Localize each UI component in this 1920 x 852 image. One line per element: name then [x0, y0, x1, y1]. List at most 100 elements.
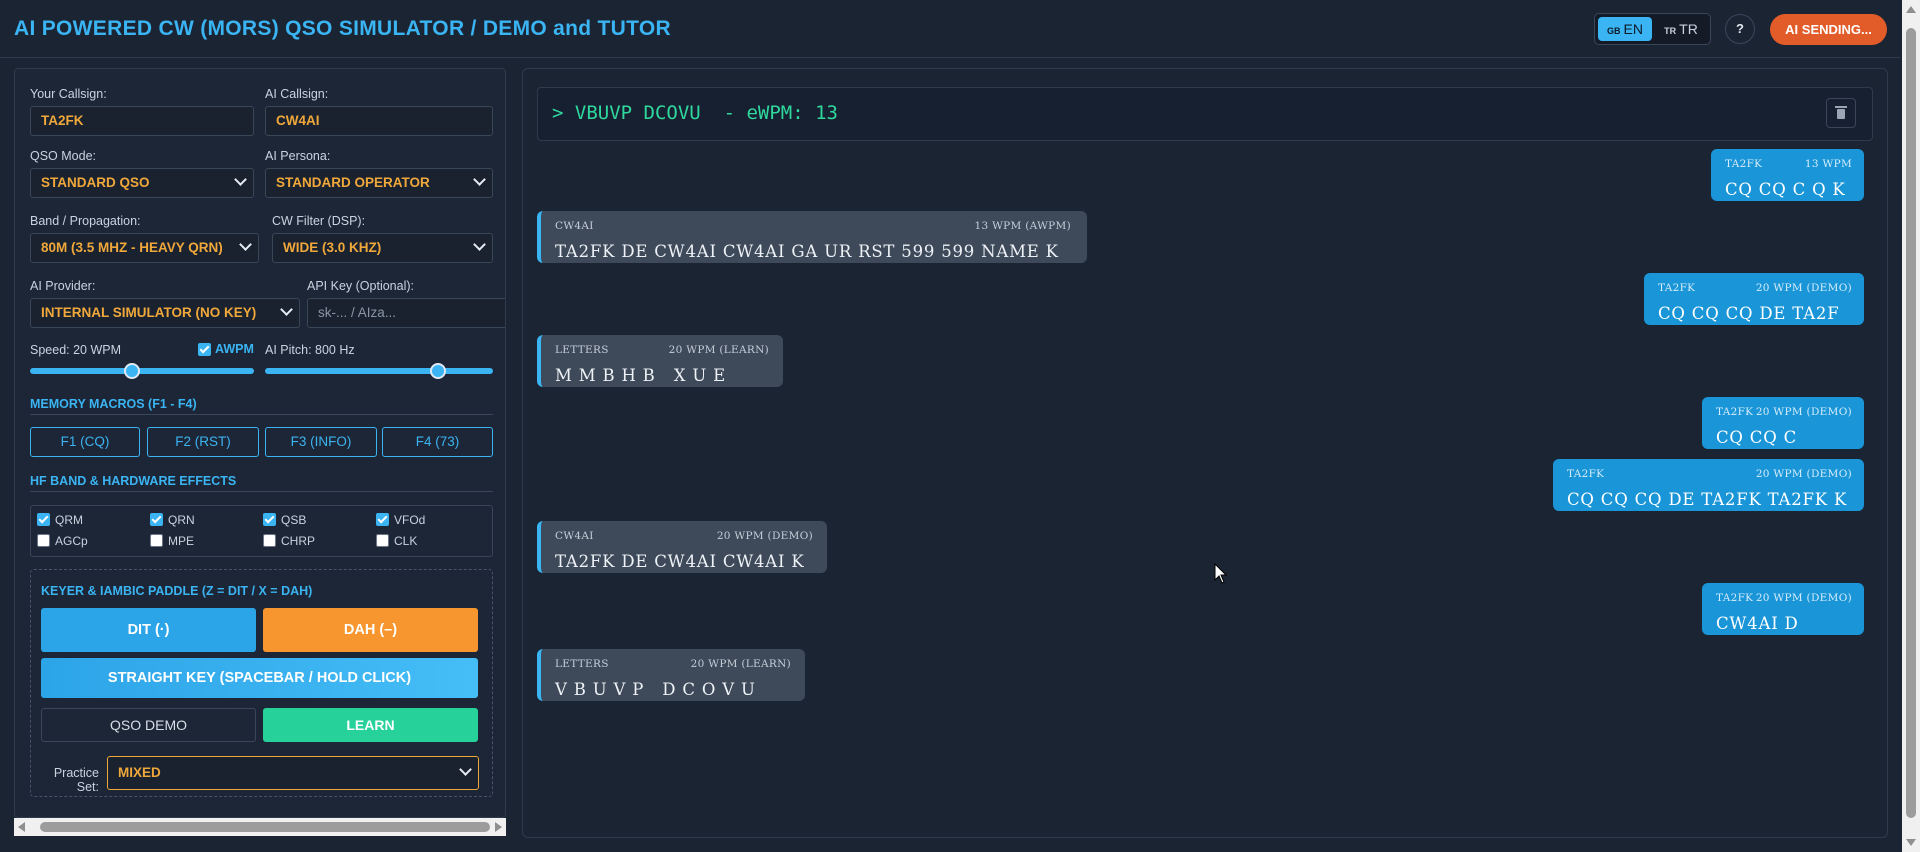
message-speed: 20 WPM (LEARN) [668, 344, 769, 356]
vfod-checkbox[interactable] [376, 513, 389, 526]
message-speed: 20 WPM (DEMO) [716, 530, 813, 542]
speed-slider-thumb[interactable] [124, 363, 140, 379]
app-window: AI POWERED CW (MORS) QSO SIMULATOR / DEM… [0, 0, 1920, 852]
agcp-label: AGCp [55, 534, 88, 548]
scrollbar-thumb[interactable] [1906, 28, 1916, 818]
mpe-label: MPE [168, 534, 195, 548]
vertical-scrollbar[interactable] [1902, 0, 1920, 852]
ai-persona-select[interactable]: STANDARD OPERATOR [265, 168, 493, 198]
chevron-down-icon [473, 173, 486, 186]
ai-callsign-label: AI Callsign: [265, 87, 329, 101]
clk-label: CLK [394, 534, 418, 548]
practice-set-select[interactable]: MIXED [107, 756, 479, 790]
qso-demo-button[interactable]: QSO DEMO [41, 708, 256, 742]
pitch-slider-thumb[interactable] [430, 363, 446, 379]
effects-box: QRM QRN QSB VFOd AGCp MPE CHRP CLK [30, 505, 493, 557]
message-text: TA2FK DE CW4AI CW4AI GA UR RST 599 599 N… [555, 242, 1059, 261]
message-text: CQ CQ CQ DE TA2F [1658, 304, 1840, 323]
scroll-left-icon[interactable] [18, 822, 25, 832]
message-sender: TA2FK [1567, 468, 1605, 480]
trash-icon [1835, 106, 1847, 108]
message-sender: TA2FK [1716, 592, 1754, 604]
settings-panel: Your Callsign: TA2FK AI Callsign: CW4AI … [14, 68, 506, 818]
qrm-label: QRM [55, 513, 83, 527]
decoder-terminal: > VBUVP DCOVU - eWPM: 13 [537, 87, 1873, 141]
macro-f1-button[interactable]: F1 (CQ) [30, 427, 140, 457]
qrn-label: QRN [168, 513, 195, 527]
chevron-down-icon [234, 173, 247, 186]
scroll-down-icon[interactable] [1906, 839, 1916, 846]
pitch-slider[interactable] [265, 363, 493, 379]
lang-en-label: EN [1623, 21, 1643, 37]
language-switch: GB EN TR TR [1594, 13, 1711, 45]
qsb-label: QSB [281, 513, 307, 527]
message-sender: LETTERS [555, 344, 609, 356]
message-text: CQ CQ C Q K [1725, 180, 1846, 199]
awpm-label: AWPM [215, 342, 254, 356]
message-sender: TA2FK [1658, 282, 1696, 294]
message-text: TA2FK DE CW4AI CW4AI K [555, 552, 805, 571]
macro-f3-button[interactable]: F3 (INFO) [265, 427, 377, 457]
help-button[interactable]: ? [1725, 14, 1755, 44]
chevron-down-icon [280, 303, 293, 316]
ai-callsign-input[interactable]: CW4AI [265, 106, 493, 136]
message-sender: CW4AI [555, 220, 594, 232]
chat-message: LETTERS 20 WPM (LEARN) V B U V P D C O V… [537, 649, 805, 701]
message-sender: CW4AI [555, 530, 594, 542]
horizontal-scrollbar[interactable] [14, 818, 506, 836]
dah-button[interactable]: DAH (–) [263, 608, 478, 652]
awpm-checkbox[interactable] [198, 343, 211, 356]
chevron-down-icon [239, 238, 252, 251]
chevron-down-icon [473, 238, 486, 251]
message-speed: 20 WPM (DEMO) [1755, 592, 1852, 604]
message-text: M M B H B X U E [555, 366, 726, 385]
macro-f2-button[interactable]: F2 (RST) [147, 427, 259, 457]
band-select[interactable]: 80M (3.5 MHZ - HEAVY QRN) [30, 233, 259, 263]
message-speed: 20 WPM (DEMO) [1755, 282, 1852, 294]
scrollbar-thumb[interactable] [40, 822, 490, 832]
vfod-label: VFOd [394, 513, 426, 527]
straight-key-button[interactable]: STRAIGHT KEY (SPACEBAR / HOLD CLICK) [41, 658, 478, 698]
clk-checkbox[interactable] [376, 534, 389, 547]
cw-filter-value: WIDE (3.0 KHZ) [283, 240, 382, 255]
cw-filter-label: CW Filter (DSP): [272, 214, 366, 228]
chat-message: TA2FK 20 WPM (DEMO) CW4AI D [1702, 583, 1864, 635]
message-speed: 20 WPM (LEARN) [690, 658, 791, 670]
message-sender: LETTERS [555, 658, 609, 670]
learn-button[interactable]: LEARN [263, 708, 478, 742]
ai-provider-value: INTERNAL SIMULATOR (NO KEY) [41, 305, 257, 320]
lang-tr-button[interactable]: TR TR [1654, 17, 1708, 41]
qrm-checkbox[interactable] [37, 513, 50, 526]
your-callsign-label: Your Callsign: [30, 87, 107, 101]
chat-message: TA2FK 13 WPM CQ CQ C Q K [1711, 149, 1864, 201]
qrn-checkbox[interactable] [150, 513, 163, 526]
macro-f4-button[interactable]: F4 (73) [382, 427, 493, 457]
clear-log-button[interactable] [1826, 98, 1856, 128]
ai-persona-label: AI Persona: [265, 149, 331, 163]
ai-status-badge[interactable]: AI SENDING... [1770, 14, 1887, 45]
keyer-heading: KEYER & IAMBIC PADDLE (Z = DIT / X = DAH… [41, 584, 313, 598]
agcp-checkbox[interactable] [37, 534, 50, 547]
chrp-checkbox[interactable] [263, 534, 276, 547]
keyer-box: KEYER & IAMBIC PADDLE (Z = DIT / X = DAH… [30, 569, 493, 797]
dit-button[interactable]: DIT (·) [41, 608, 256, 652]
message-sender: TA2FK [1716, 406, 1754, 418]
scroll-up-icon[interactable] [1906, 6, 1916, 13]
message-sender: TA2FK [1725, 158, 1763, 170]
api-key-label: API Key (Optional): [307, 279, 414, 293]
qsb-checkbox[interactable] [263, 513, 276, 526]
ai-provider-select[interactable]: INTERNAL SIMULATOR (NO KEY) [30, 298, 300, 328]
lang-en-button[interactable]: GB EN [1598, 17, 1652, 41]
band-label: Band / Propagation: [30, 214, 141, 228]
mpe-checkbox[interactable] [150, 534, 163, 547]
speed-slider[interactable] [30, 363, 254, 379]
api-key-input[interactable]: sk-... / AIza... [307, 298, 505, 328]
chevron-down-icon [459, 763, 472, 776]
your-callsign-input[interactable]: TA2FK [30, 106, 254, 136]
qso-mode-select[interactable]: STANDARD QSO [30, 168, 254, 198]
cw-filter-select[interactable]: WIDE (3.0 KHZ) [272, 233, 493, 263]
message-text: V B U V P D C O V U [555, 680, 756, 699]
scroll-right-icon[interactable] [495, 822, 502, 832]
ai-provider-label: AI Provider: [30, 279, 96, 293]
lang-tr-label: TR [1679, 21, 1698, 37]
